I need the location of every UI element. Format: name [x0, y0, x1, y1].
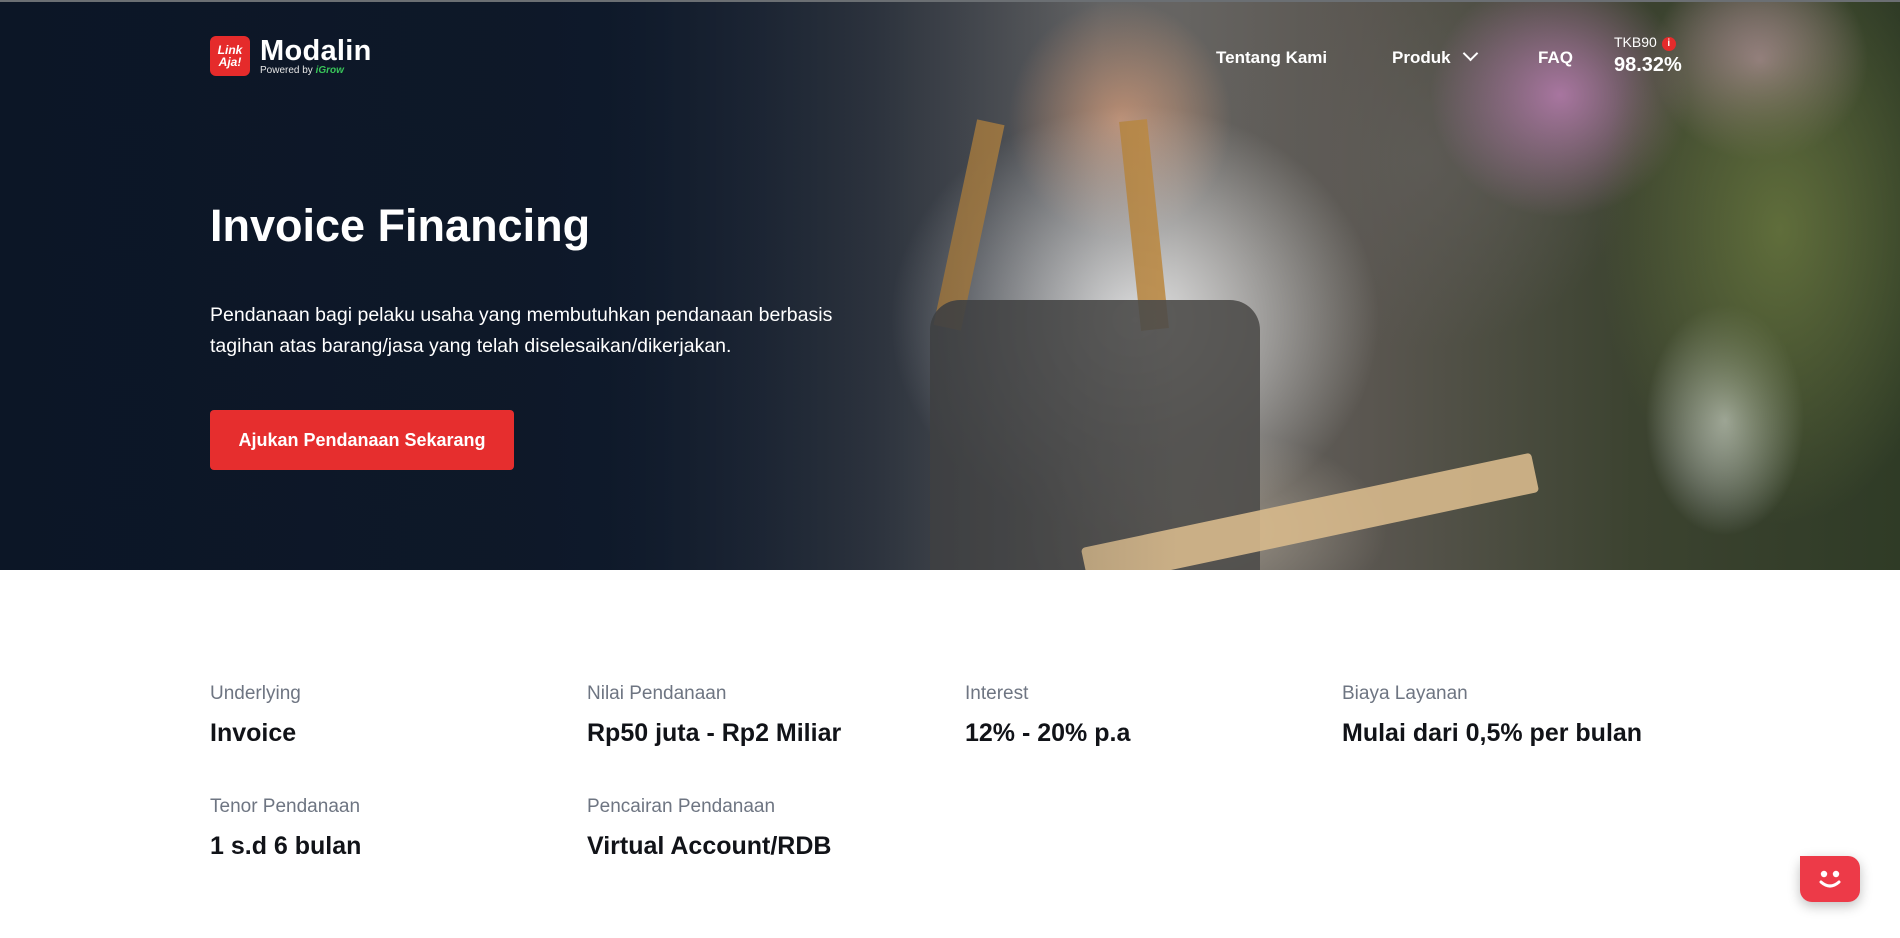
detail-item: Nilai Pendanaan Rp50 juta - Rp2 Miliar — [587, 683, 841, 748]
detail-item: Pencairan Pendanaan Virtual Account/RDB — [587, 796, 831, 861]
nav-products-dropdown[interactable]: Produk — [1392, 45, 1478, 68]
nav-products-label: Produk — [1392, 48, 1451, 67]
detail-item: Tenor Pendanaan 1 s.d 6 bulan — [210, 796, 361, 861]
detail-label: Pencairan Pendanaan — [587, 796, 776, 817]
apply-funding-button[interactable]: Ajukan Pendanaan Sekarang — [210, 410, 514, 470]
detail-value: Virtual Account/RDB — [587, 832, 832, 860]
chat-bot-icon — [1800, 856, 1841, 888]
detail-item: Interest 12% - 20% p.a — [965, 683, 1130, 748]
site-header: Link Aja! Modalin Powered by iGrow Tenta… — [0, 0, 1900, 100]
partner-name: iGrow — [315, 65, 344, 76]
hero-description: Pendanaan bagi pelaku usaha yang membutu… — [210, 304, 833, 357]
detail-label: Interest — [965, 683, 1029, 704]
linkaja-logo-icon: Link Aja! — [210, 36, 250, 76]
brand-name: Modalin — [260, 35, 372, 67]
tkb-label: TKB90 — [1614, 34, 1657, 50]
tkb-value: 98.32% — [1614, 54, 1682, 76]
nav-link-faq[interactable]: FAQ — [1538, 48, 1573, 68]
info-icon[interactable]: i — [1661, 37, 1676, 51]
detail-label: Tenor Pendanaan — [210, 796, 361, 817]
detail-label: Biaya Layanan — [1342, 683, 1468, 704]
detail-value: 1 s.d 6 bulan — [210, 832, 362, 860]
detail-label: Nilai Pendanaan — [587, 683, 727, 704]
detail-item: Underlying Invoice — [210, 683, 301, 748]
detail-label: Underlying — [210, 683, 301, 704]
brand-logo[interactable]: Link Aja! Modalin Powered by iGrow — [210, 36, 372, 76]
chat-bot-button[interactable] — [1800, 856, 1860, 902]
tkb-indicator: TKB90 i 98.32% — [1614, 34, 1682, 77]
top-border — [0, 0, 1900, 2]
detail-value: Rp50 juta - Rp2 Miliar — [587, 719, 842, 747]
logo-text-group: Modalin Powered by iGrow — [260, 36, 372, 76]
chevron-down-icon — [1462, 45, 1478, 62]
detail-item: Biaya Layanan Mulai dari 0,5% per bulan — [1342, 683, 1642, 748]
detail-value: Invoice — [210, 719, 297, 747]
detail-value: Mulai dari 0,5% per bulan — [1342, 719, 1643, 747]
powered-by-label: Powered by — [260, 65, 313, 76]
page-title: Invoice Financing — [210, 200, 591, 251]
nav-link-about[interactable]: Tentang Kami — [1216, 48, 1327, 68]
logo-badge-text: Link Aja! — [217, 43, 243, 69]
detail-value: 12% - 20% p.a — [965, 719, 1131, 747]
